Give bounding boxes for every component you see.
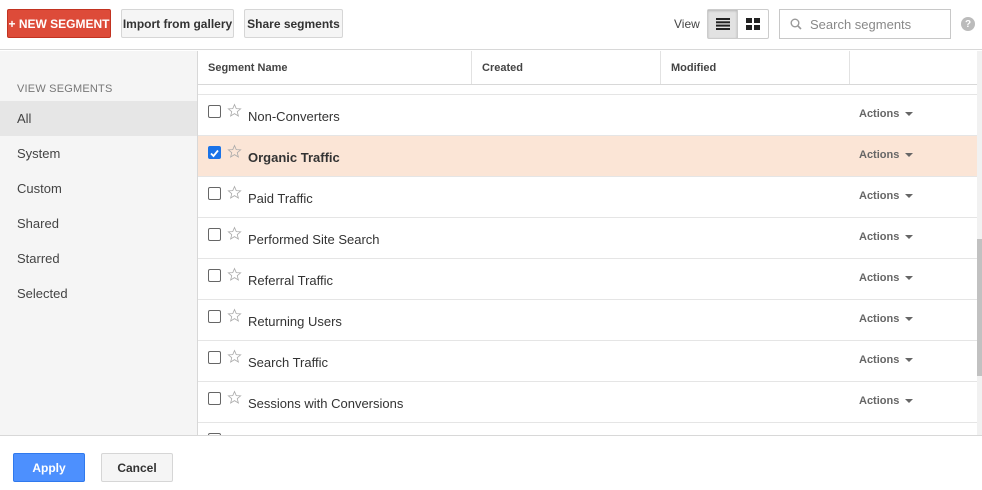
actions-dropdown[interactable]: Actions <box>859 354 914 366</box>
table-rows: Non-Converters Actions Organic Traffic Acti… <box>198 95 977 423</box>
list-view-icon <box>715 18 730 30</box>
actions-label: Actions <box>859 190 900 202</box>
segment-name[interactable]: Non-Converters <box>248 109 340 124</box>
segment-name[interactable]: Performed Site Search <box>248 232 380 247</box>
table-header: Segment Name Created Modified <box>198 51 977 85</box>
segment-name[interactable]: Referral Traffic <box>248 273 333 288</box>
star-icon[interactable] <box>227 390 242 408</box>
sidebar-item-shared[interactable]: Shared <box>0 206 197 241</box>
actions-label: Actions <box>859 108 900 120</box>
chevron-down-icon <box>905 399 914 403</box>
table-row[interactable]: Returning Users Actions <box>198 300 977 341</box>
row-checkbox[interactable] <box>208 392 221 405</box>
actions-label: Actions <box>859 395 900 407</box>
import-from-gallery-button[interactable]: Import from gallery <box>121 9 234 38</box>
table-row[interactable]: Performed Site Search Actions <box>198 218 977 259</box>
sidebar-item-system[interactable]: System <box>0 136 197 171</box>
row-checkbox[interactable] <box>208 105 221 118</box>
table-row[interactable]: Organic Traffic Actions <box>198 136 977 177</box>
actions-dropdown[interactable]: Actions <box>859 395 914 407</box>
segment-name[interactable]: Search Traffic <box>248 355 328 370</box>
actions-dropdown[interactable]: Actions <box>859 231 914 243</box>
star-icon[interactable] <box>227 226 242 244</box>
table-row[interactable]: Sessions with Conversions Actions <box>198 382 977 423</box>
column-segment-name[interactable]: Segment Name <box>198 51 472 84</box>
row-checkbox[interactable] <box>208 269 221 282</box>
star-icon[interactable] <box>227 185 242 203</box>
actions-label: Actions <box>859 149 900 161</box>
star-icon[interactable] <box>227 349 242 367</box>
view-label: View <box>674 17 700 31</box>
search-icon <box>790 18 802 30</box>
search-input[interactable] <box>810 16 945 32</box>
actions-dropdown[interactable]: Actions <box>859 149 914 161</box>
star-icon[interactable] <box>227 144 242 162</box>
toolbar: + NEW SEGMENT Import from gallery Share … <box>0 0 982 50</box>
chevron-down-icon <box>905 235 914 239</box>
segment-name[interactable]: Organic Traffic <box>248 150 340 165</box>
help-icon[interactable]: ? <box>961 17 975 31</box>
row-checkbox[interactable] <box>208 351 221 364</box>
sidebar-title: VIEW SEGMENTS <box>17 83 113 95</box>
search-box <box>779 9 951 39</box>
footer: Apply Cancel <box>0 435 982 490</box>
actions-dropdown[interactable]: Actions <box>859 272 914 284</box>
checkmark-icon <box>210 149 219 158</box>
segment-name[interactable]: Sessions with Conversions <box>248 396 403 411</box>
grid-view-icon <box>746 18 760 30</box>
actions-label: Actions <box>859 354 900 366</box>
actions-dropdown[interactable]: Actions <box>859 108 914 120</box>
sidebar-item-starred[interactable]: Starred <box>0 241 197 276</box>
table-row-partial-top <box>198 85 977 95</box>
segments-table: Segment Name Created Modified Non-Conver… <box>198 51 982 435</box>
segment-name[interactable]: Paid Traffic <box>248 191 313 206</box>
sidebar-item-selected[interactable]: Selected <box>0 276 197 311</box>
table-row[interactable]: Search Traffic Actions <box>198 341 977 382</box>
actions-label: Actions <box>859 313 900 325</box>
view-toggle <box>707 9 769 39</box>
actions-label: Actions <box>859 231 900 243</box>
actions-label: Actions <box>859 272 900 284</box>
scrollbar-thumb[interactable] <box>977 239 982 376</box>
column-modified[interactable]: Modified <box>661 51 850 84</box>
chevron-down-icon <box>905 358 914 362</box>
chevron-down-icon <box>905 153 914 157</box>
chevron-down-icon <box>905 112 914 116</box>
star-icon[interactable] <box>227 103 242 121</box>
chevron-down-icon <box>905 194 914 198</box>
chevron-down-icon <box>905 276 914 280</box>
cancel-button[interactable]: Cancel <box>101 453 173 482</box>
star-icon[interactable] <box>227 308 242 326</box>
row-checkbox[interactable] <box>208 146 221 159</box>
sidebar: VIEW SEGMENTS All System Custom Shared S… <box>0 51 198 435</box>
apply-button[interactable]: Apply <box>13 453 85 482</box>
scrollbar[interactable] <box>977 51 982 435</box>
share-segments-button[interactable]: Share segments <box>244 9 343 38</box>
sidebar-item-all[interactable]: All <box>0 101 197 136</box>
new-segment-button[interactable]: + NEW SEGMENT <box>7 9 111 38</box>
row-checkbox[interactable] <box>208 187 221 200</box>
sidebar-item-custom[interactable]: Custom <box>0 171 197 206</box>
row-checkbox[interactable] <box>208 228 221 241</box>
actions-dropdown[interactable]: Actions <box>859 313 914 325</box>
table-row[interactable]: Referral Traffic Actions <box>198 259 977 300</box>
grid-view-button[interactable] <box>738 10 768 38</box>
actions-dropdown[interactable]: Actions <box>859 190 914 202</box>
column-created[interactable]: Created <box>472 51 661 84</box>
star-icon[interactable] <box>227 267 242 285</box>
segment-name[interactable]: Returning Users <box>248 314 342 329</box>
chevron-down-icon <box>905 317 914 321</box>
list-view-button[interactable] <box>708 10 739 38</box>
table-row[interactable]: Paid Traffic Actions <box>198 177 977 218</box>
row-checkbox[interactable] <box>208 310 221 323</box>
table-row[interactable]: Non-Converters Actions <box>198 95 977 136</box>
